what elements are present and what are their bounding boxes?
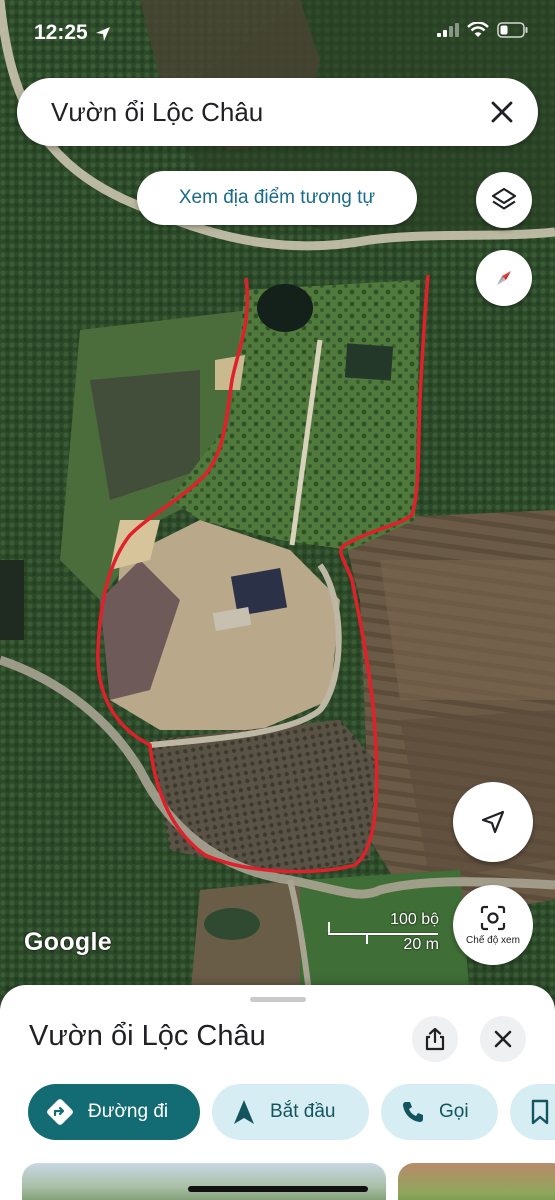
place-photo[interactable] [398,1163,555,1200]
scale-imperial: 100 bộ [390,911,439,928]
home-indicator [188,1186,368,1192]
start-navigation-button[interactable]: Bắt đầu [212,1084,369,1140]
close-sheet-button[interactable] [480,1016,526,1062]
phone-icon [403,1102,423,1122]
place-photo[interactable] [22,1163,386,1200]
status-time: 12:25 [34,21,88,44]
compass-icon [497,271,511,285]
layers-icon [491,187,517,210]
place-title: Vườn ổi Lộc Châu [29,1020,266,1052]
view-mode-label: Chế độ xem [466,934,520,946]
location-arrow-icon [96,27,110,41]
call-label: Gọi [439,1101,469,1122]
directions-icon [47,1099,73,1125]
search-query[interactable]: Vườn ổi Lộc Châu [51,97,263,128]
close-icon [491,101,513,123]
battery-icon [497,22,528,38]
clear-search-button[interactable] [480,90,524,134]
directions-button[interactable]: Đường đi [28,1084,200,1140]
place-bottom-sheet[interactable]: Vườn ổi Lộc Châu Đường đi Bắt đầu Gọi [0,985,555,1200]
google-logo: Google [24,928,112,956]
status-icons [437,22,529,38]
map-scale: 100 bộ 20 m [328,910,443,960]
view-mode-button[interactable]: Chế độ xem [453,885,533,965]
similar-places-button[interactable]: Xem địa điểm tương tự [137,171,417,225]
share-button[interactable] [412,1016,458,1062]
navigation-start-icon [234,1100,254,1124]
save-button[interactable] [510,1084,555,1140]
scale-metric: 20 m [403,936,439,953]
wifi-icon [467,22,489,37]
start-label: Bắt đầu [270,1101,336,1122]
status-bar: 12:25 [0,0,555,70]
search-bar[interactable]: Vườn ổi Lộc Châu [17,78,538,146]
directions-label: Đường đi [88,1101,169,1122]
my-location-button[interactable] [453,782,533,862]
drag-handle[interactable] [250,997,306,1002]
bookmark-icon [531,1099,549,1125]
close-icon [494,1030,512,1048]
share-icon [425,1027,445,1051]
call-button[interactable]: Gọi [381,1084,498,1140]
camera-scan-icon [480,905,506,930]
compass-button[interactable] [476,250,532,306]
navigation-arrow-icon [481,810,505,834]
signal-icon [437,23,459,37]
map-layers-button[interactable] [476,172,532,228]
